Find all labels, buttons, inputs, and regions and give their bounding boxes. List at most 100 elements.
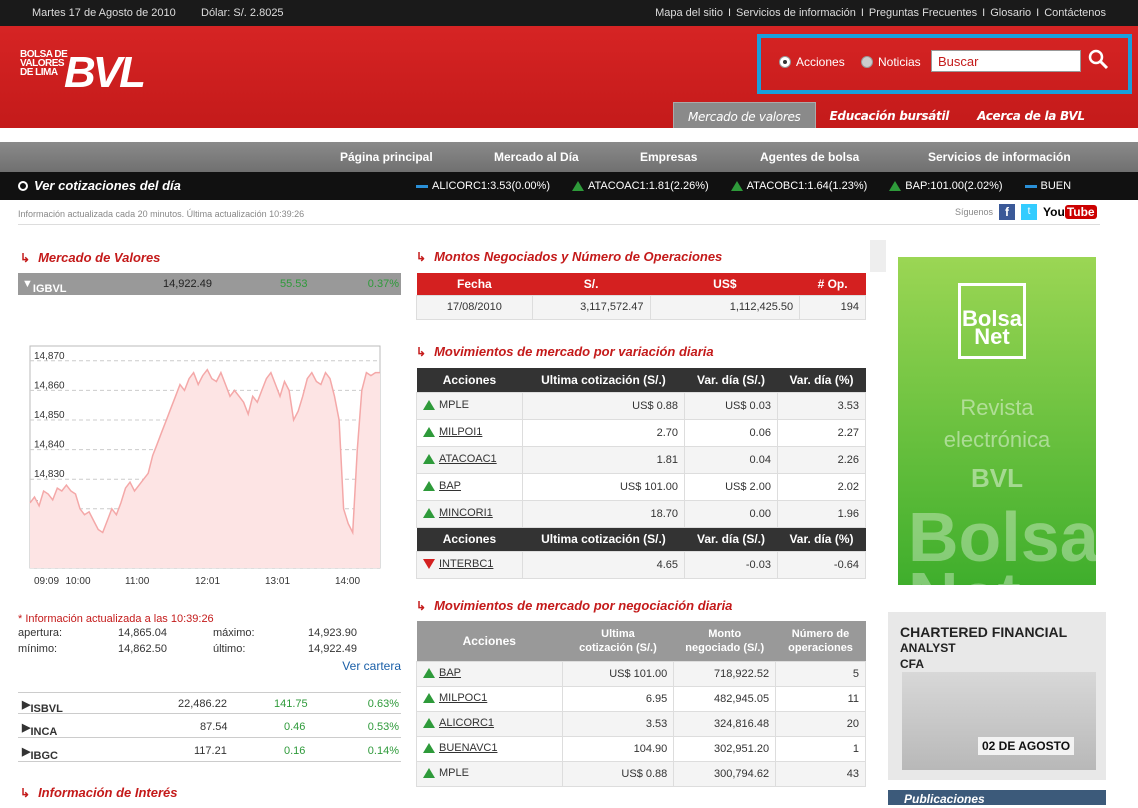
link-glossary[interactable]: Glosario (990, 7, 1031, 19)
chart-ytick-label: 14,830 (34, 469, 65, 480)
table-row[interactable]: MPLE US$ 0.88 US$ 0.03 3.53 (416, 391, 867, 420)
table-row[interactable]: INTERBC1 4.65 -0.03 -0.64 (416, 550, 867, 579)
cell: 1.96 (776, 499, 867, 528)
cell: -0.03 (684, 550, 778, 579)
radio-acciones[interactable]: Acciones (779, 55, 845, 69)
nav-pagina-principal[interactable]: Página principal (340, 150, 433, 164)
ticker-text: ATACOBC1:1.64(1.23%) (746, 180, 868, 192)
table-row[interactable]: MILPOC1 6.95 482,945.05 11 (416, 685, 866, 712)
table-row[interactable]: MPLE US$ 0.88 300,794.62 43 (416, 760, 866, 787)
cell: 2.27 (776, 418, 867, 447)
mercado-title: Mercado de Valores (38, 250, 161, 265)
search-input[interactable]: Buscar (931, 50, 1081, 72)
stock-name: MPLE (439, 766, 469, 779)
facebook-icon[interactable]: f (999, 204, 1016, 220)
cell: US$ 2.00 (684, 472, 778, 501)
maximo-label: máximo: (213, 627, 255, 639)
cell: INTERBC1 (416, 550, 523, 579)
col-header: S/. (583, 276, 599, 291)
ticker-item[interactable]: BAP:101.00(2.02%) (889, 180, 1003, 192)
ver-cotizaciones-link[interactable]: Ver cotizaciones del día (18, 178, 181, 193)
link-faq[interactable]: Preguntas Frecuentes (869, 7, 977, 19)
down-arrow-icon (423, 558, 435, 569)
cfa-ad[interactable]: CHARTERED FINANCIAL ANALYST CFA 02 DE AG… (888, 612, 1106, 780)
cfa-title1: CHARTERED FINANCIAL (900, 624, 1068, 640)
ver-cartera-link[interactable]: Ver cartera (18, 659, 401, 673)
stock-name[interactable]: BAP (439, 667, 461, 679)
nav-mercado-al-dia[interactable]: Mercado al Día (494, 150, 579, 164)
chart-ytick-label: 14,860 (34, 380, 65, 391)
table-row[interactable]: MILPOI1 2.70 0.06 2.27 (416, 418, 867, 447)
col-header: Monto negociado (S/.) (674, 621, 776, 661)
ticker-items: ALICORC1:3.53(0.00%) ATACOAC1:1.81(2.26%)… (416, 180, 1071, 192)
separator: I (727, 7, 731, 19)
publicaciones-header[interactable]: Publicaciones (888, 790, 1106, 806)
index-name: ISBVL (30, 703, 63, 715)
nav-servicios[interactable]: Servicios de información (928, 150, 1071, 164)
divider (18, 224, 1100, 225)
youtube-icon[interactable]: You Tube (1043, 205, 1097, 219)
radio-noticias[interactable]: Noticias (861, 55, 921, 69)
col-header-text: Número de (791, 627, 850, 640)
table-row[interactable]: BUENAVC1 104.90 302,951.20 1 (416, 735, 866, 762)
tab-mercado-valores[interactable]: Mercado de valores (673, 102, 816, 128)
cell: 18.70 (521, 499, 686, 528)
cfa-title2: ANALYST (900, 641, 956, 655)
radio-acciones-label: Acciones (796, 55, 845, 69)
nav-agentes[interactable]: Agentes de bolsa (760, 150, 859, 164)
twitter-icon[interactable]: t (1021, 204, 1038, 220)
stock-name[interactable]: BAP (439, 480, 461, 492)
cell: 104.90 (561, 735, 675, 762)
col-header: Acciones (417, 621, 563, 661)
index-row-ibgc[interactable]: ▶ IBGC 117.21 0.16 0.14% (18, 740, 401, 762)
ticker-item[interactable]: ATACOAC1:1.81(2.26%) (572, 180, 709, 192)
cell: 20 (775, 710, 866, 737)
ticker-item[interactable]: BUEN (1024, 180, 1071, 192)
col-header: Número de operaciones (776, 621, 866, 661)
stock-name[interactable]: BUENAVC1 (439, 742, 497, 754)
arrow-icon: ↳ (20, 250, 31, 265)
nav-empresas[interactable]: Empresas (640, 150, 697, 164)
ticker-item[interactable]: ALICORC1:3.53(0.00%) (416, 180, 550, 192)
table-row[interactable]: MINCORI1 18.70 0.00 1.96 (416, 499, 867, 528)
nav-bar: Página principal Mercado al Día Empresas… (0, 142, 1138, 172)
tab-acerca[interactable]: Acerca de la BVL (963, 102, 1099, 128)
stock-name[interactable]: ALICORC1 (439, 717, 494, 729)
table-row[interactable]: ALICORC1 3.53 324,816.48 20 (416, 710, 866, 737)
chart-xtick-label: 12:01 (195, 576, 220, 587)
igbvl-name-text: IGBVL (32, 283, 67, 295)
tab-educacion[interactable]: Educación bursátil (816, 102, 964, 128)
link-contact[interactable]: Contáctenos (1044, 7, 1106, 19)
cell: US$ 0.03 (684, 391, 778, 420)
cell: 300,794.62 (673, 760, 777, 787)
stock-name[interactable]: ATACOAC1 (439, 453, 497, 465)
scrollbar[interactable] (870, 240, 886, 272)
stock-name[interactable]: MILPOC1 (439, 692, 487, 704)
igbvl-pct: 0.37% (367, 278, 399, 290)
link-info-services[interactable]: Servicios de información (736, 7, 856, 19)
table-row[interactable]: BAP US$ 101.00 718,922.52 5 (416, 660, 866, 687)
cell: 482,945.05 (673, 685, 777, 712)
stock-name[interactable]: MINCORI1 (439, 507, 493, 519)
minimo-value: 14,862.50 (118, 643, 167, 655)
cell: US$ 0.88 (561, 760, 675, 787)
index-row-isbvl[interactable]: ▶ ISBVL 22,486.22 141.75 0.63% (18, 692, 401, 715)
up-arrow-icon (423, 717, 435, 728)
cell: MILPOI1 (416, 418, 523, 447)
link-sitemap[interactable]: Mapa del sitio (655, 7, 723, 19)
stock-name[interactable]: INTERBC1 (439, 558, 493, 570)
ticker-item[interactable]: ATACOBC1:1.64(1.23%) (730, 180, 868, 192)
bolsanet-ad[interactable]: BolsaNet Revista electrónica BVL Bolsa N… (898, 257, 1096, 585)
cell: US$ 101.00 (561, 660, 675, 687)
chart-xtick-label: 10:00 (66, 576, 91, 587)
col-header: Acciones (442, 532, 497, 546)
search-icon[interactable] (1087, 48, 1111, 72)
table-row[interactable]: BAP US$ 101.00 US$ 2.00 2.02 (416, 472, 867, 501)
info-block: * Información actualizada a las 10:39:26… (18, 613, 401, 673)
bvl-logo[interactable]: BOLSA DE VALORES DE LIMA BVL (20, 44, 146, 100)
col-header: Var. día (S/.) (696, 532, 766, 546)
stock-name[interactable]: MILPOI1 (439, 426, 482, 438)
igbvl-row[interactable]: ▼ IGBVL 14,922.49 55.53 0.37% (18, 273, 401, 295)
table-row[interactable]: ATACOAC1 1.81 0.04 2.26 (416, 445, 867, 474)
index-row-inca[interactable]: ▶ INCA 87.54 0.46 0.53% (18, 716, 401, 738)
